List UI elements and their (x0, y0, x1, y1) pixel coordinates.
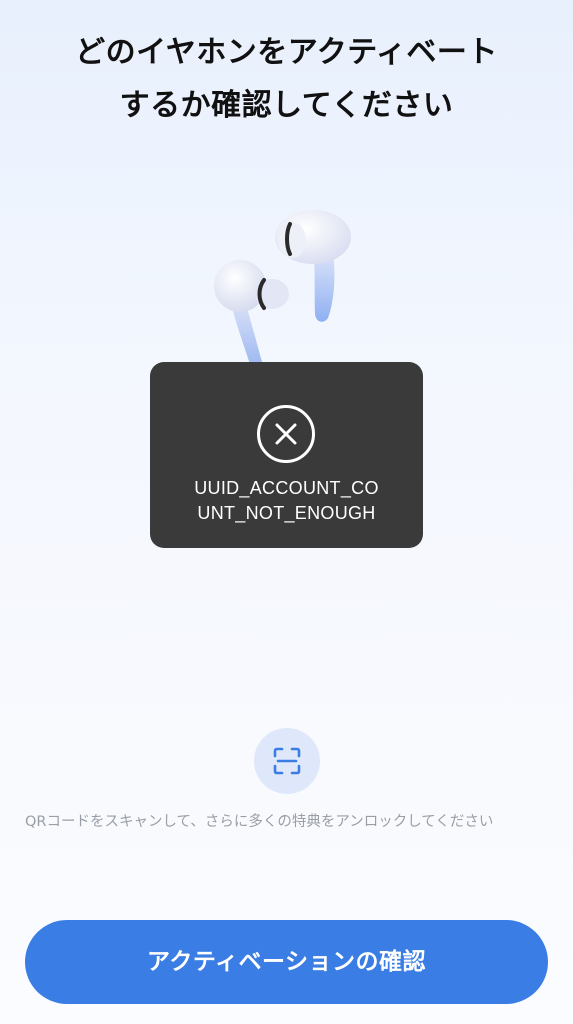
close-circle-icon (256, 404, 316, 464)
error-toast: UUID_ACCOUNT_CO UNT_NOT_ENOUGH (150, 362, 423, 548)
earbuds-image (200, 200, 370, 380)
qr-scan-button[interactable] (254, 728, 320, 794)
scan-description: QRコードをスキャンして、さらに多くの特典をアンロックしてください (25, 814, 494, 830)
error-message: UUID_ACCOUNT_CO UNT_NOT_ENOUGH (150, 476, 423, 526)
qr-scan-icon (273, 747, 301, 775)
confirm-activation-button[interactable]: アクティベーションの確認 (25, 920, 548, 1004)
page-title-line-1: どのイヤホンをアクティベート (75, 35, 498, 70)
page-title: どのイヤホンをアクティベート するか確認してください (0, 26, 573, 132)
page-title-line-2: するか確認してください (119, 88, 454, 123)
error-message-line-2: UNT_NOT_ENOUGH (197, 503, 376, 523)
error-message-line-1: UUID_ACCOUNT_CO (194, 478, 379, 498)
